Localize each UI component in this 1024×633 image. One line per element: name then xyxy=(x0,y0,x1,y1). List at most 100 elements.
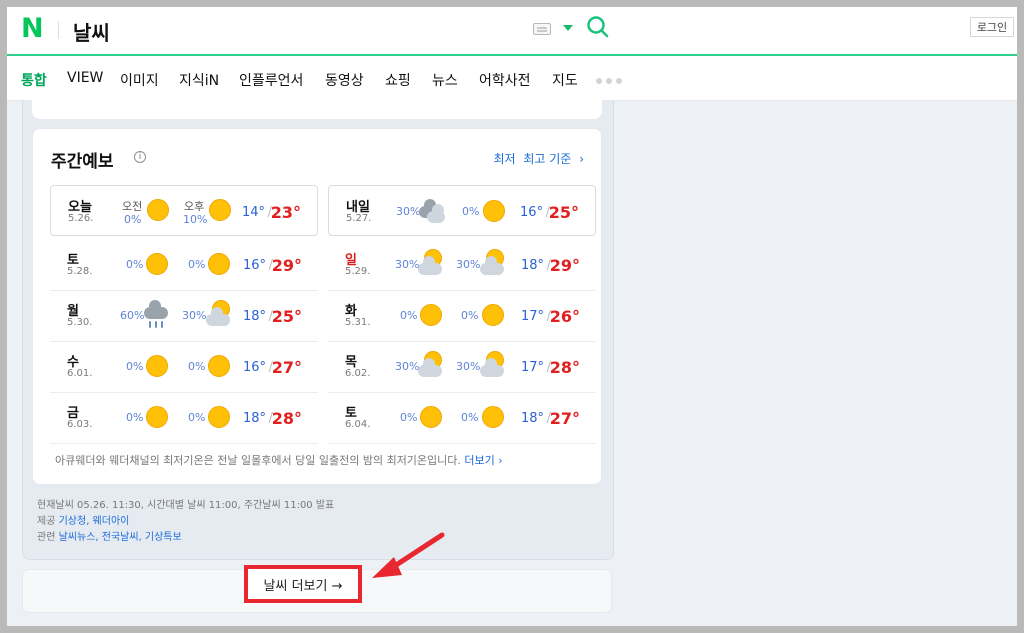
high-temp: 28° xyxy=(271,409,302,428)
low-temp: 17° xyxy=(520,360,544,375)
note-more-link[interactable]: 더보기 xyxy=(464,454,494,467)
forecast-day: 토 5.28. 0% 0% 16° / 29° xyxy=(50,239,318,291)
high-temp: 25° xyxy=(548,203,579,222)
high-temp: 28° xyxy=(549,358,580,377)
high-temp: 29° xyxy=(271,256,302,275)
day-date: 5.27. xyxy=(346,213,372,224)
tab-images[interactable]: 이미지 xyxy=(120,70,159,90)
page-title[interactable]: 날씨 xyxy=(73,17,110,46)
low-temp: 16° xyxy=(242,360,266,375)
day-date: 6.04. xyxy=(345,419,371,430)
low-temp: 18° xyxy=(520,258,544,273)
info-icon[interactable]: i xyxy=(134,151,146,163)
am-precip: 30% xyxy=(395,360,420,373)
dropdown-arrow-icon[interactable] xyxy=(563,25,573,31)
pm-precip: 30% xyxy=(456,258,481,271)
low-temp: 16° xyxy=(242,258,266,273)
tab-video[interactable]: 동영상 xyxy=(325,70,364,90)
am-precip: 0% xyxy=(124,213,142,226)
related-line: 관련 날씨뉴스, 전국날씨, 기상특보 xyxy=(37,528,182,543)
min-temp-note: 아큐웨더와 웨더채널의 최저기온은 전날 일몰후에서 당일 일출전의 밤의 최저… xyxy=(55,452,503,468)
low-temp: 18° xyxy=(242,309,266,324)
sun-icon xyxy=(482,406,504,428)
search-icon[interactable] xyxy=(586,15,610,39)
am-precip: 30% xyxy=(395,258,420,271)
forecast-day: 금 6.03. 0% 0% 18° / 28° xyxy=(50,392,318,444)
pm-precip: 0% xyxy=(188,411,206,424)
weekly-forecast-card: 주간예보 i 최저 최고 기준 › 오늘 5.26. 오전 0% 오후 10% … xyxy=(32,128,602,485)
chevron-right-icon[interactable]: › xyxy=(498,454,502,467)
day-date: 5.31. xyxy=(345,317,371,328)
tab-kin[interactable]: 지식iN xyxy=(179,70,219,90)
temperature-basis-tabs: 최저 최고 기준 › xyxy=(489,150,584,167)
sun-icon xyxy=(208,406,230,428)
forecast-day: 화 5.31. 0% 0% 17° / 26° xyxy=(328,290,596,342)
tab-all[interactable]: 통합 xyxy=(21,70,47,90)
low-temp: 16° xyxy=(519,205,543,220)
day-date: 6.01. xyxy=(67,368,93,379)
am-precip: 0% xyxy=(400,411,418,424)
am-precip: 30% xyxy=(396,205,421,218)
pm-precip: 0% xyxy=(462,205,480,218)
sun-icon xyxy=(482,304,504,326)
day-date: 6.03. xyxy=(67,419,93,430)
tab-news[interactable]: 뉴스 xyxy=(432,70,458,90)
tab-influencer[interactable]: 인플루언서 xyxy=(239,70,303,90)
sun-icon xyxy=(483,200,505,222)
browser-frame: N 날씨 로그인 통합 VIEW 이미지 지식iN 인플루언서 동영상 쇼핑 뉴… xyxy=(7,7,1017,626)
sun-icon xyxy=(208,355,230,377)
am-precip: 60% xyxy=(120,309,145,322)
low-temp: 17° xyxy=(520,309,544,324)
forecast-day: 일 5.29. 30% 30% 18° / 29° xyxy=(328,239,596,291)
pm-precip: 30% xyxy=(182,309,207,322)
chevron-right-icon[interactable]: › xyxy=(579,152,584,166)
forecast-day: 월 5.30. 60% 30% 18° / 25° xyxy=(50,290,318,342)
forecast-day: 토 6.04. 0% 0% 18° / 27° xyxy=(328,392,596,444)
naver-logo[interactable]: N xyxy=(21,15,45,43)
login-button[interactable]: 로그인 xyxy=(970,17,1014,37)
am-precip: 0% xyxy=(126,258,144,271)
low-temp: 18° xyxy=(520,411,544,426)
provider-links[interactable]: 기상청, 웨더아이 xyxy=(59,516,130,527)
sun-icon xyxy=(146,406,168,428)
sun-icon xyxy=(420,304,442,326)
provider-line: 제공 기상청, 웨더아이 xyxy=(37,512,129,527)
pm-precip: 10% xyxy=(183,213,208,226)
keyboard-icon[interactable] xyxy=(533,23,551,35)
low-temp: 14° xyxy=(241,205,265,220)
day-date: 5.26. xyxy=(68,213,94,224)
sun-icon xyxy=(147,199,169,221)
pm-precip: 30% xyxy=(456,360,481,373)
sun-icon xyxy=(146,355,168,377)
related-label: 관련 xyxy=(37,532,56,543)
high-temp: 23° xyxy=(270,203,301,222)
low-temp: 18° xyxy=(242,411,266,426)
high-temp: 27° xyxy=(549,409,580,428)
sun-icon xyxy=(420,406,442,428)
tab-view[interactable]: VIEW xyxy=(67,70,103,86)
high-temp: 26° xyxy=(549,307,580,326)
rain-icon xyxy=(144,300,172,328)
forecast-day: 수 6.01. 0% 0% 16° / 27° xyxy=(50,341,318,393)
partly-cloudy-icon xyxy=(480,249,508,277)
partly-cloudy-icon xyxy=(480,351,508,379)
header-divider xyxy=(58,21,59,39)
pm-precip: 0% xyxy=(188,258,206,271)
partly-cloudy-icon xyxy=(206,300,234,328)
cloudy-icon xyxy=(419,197,447,225)
tab-dictionary[interactable]: 어학사전 xyxy=(479,70,531,90)
tab-low[interactable]: 최저 xyxy=(493,152,515,166)
day-date: 5.28. xyxy=(67,266,93,277)
related-links[interactable]: 날씨뉴스, 전국날씨, 기상특보 xyxy=(59,532,182,543)
am-precip: 0% xyxy=(126,411,144,424)
tab-map[interactable]: 지도 xyxy=(552,70,578,90)
sun-icon xyxy=(208,253,230,275)
day-date: 5.30. xyxy=(67,317,93,328)
forecast-day: 내일 5.27. 30% 0% 16° / 25° xyxy=(328,185,596,236)
more-tabs-icon[interactable] xyxy=(596,78,602,84)
weather-more-button[interactable]: 날씨 더보기 → xyxy=(244,565,362,603)
high-temp: 25° xyxy=(271,307,302,326)
am-precip: 0% xyxy=(126,360,144,373)
tab-high[interactable]: 최고 기준 xyxy=(523,152,571,166)
tab-shopping[interactable]: 쇼핑 xyxy=(385,70,411,90)
